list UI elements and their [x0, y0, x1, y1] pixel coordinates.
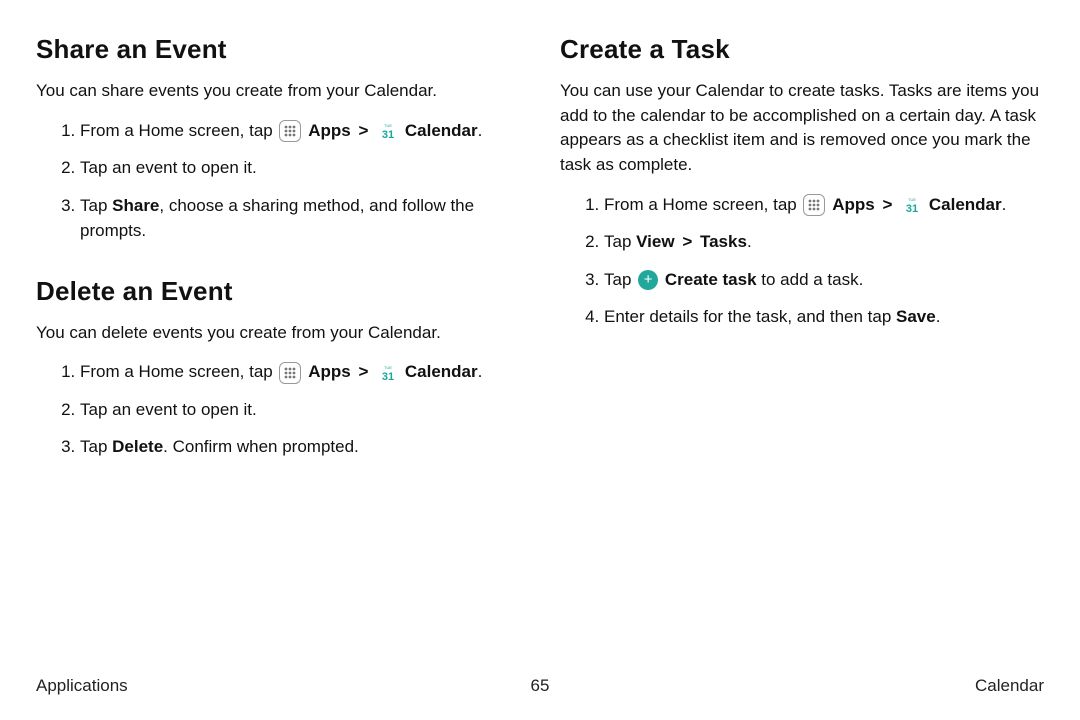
delete-event-intro: You can delete events you create from yo…: [36, 321, 520, 346]
svg-text:31: 31: [382, 371, 394, 383]
create-task-label: Create task: [665, 270, 757, 289]
share-step-2: Tap an event to open it.: [80, 155, 520, 181]
chevron-icon: >: [682, 232, 692, 251]
delete-step-1: From a Home screen, tap Apps > TUE31 Cal…: [80, 359, 520, 385]
apps-icon: [279, 120, 301, 142]
chevron-icon: >: [882, 195, 892, 214]
task-step-1: From a Home screen, tap Apps > TUE31 Cal…: [604, 192, 1044, 218]
left-column: Share an Event You can share events you …: [36, 34, 520, 492]
svg-text:TUE: TUE: [384, 123, 392, 128]
step-text: Tap: [604, 232, 636, 251]
footer-left: Applications: [36, 676, 128, 696]
svg-text:31: 31: [906, 203, 918, 215]
step-text: From a Home screen, tap: [604, 195, 797, 214]
delete-label: Delete: [112, 437, 163, 456]
task-step-4: Enter details for the task, and then tap…: [604, 304, 1044, 330]
step-text: From a Home screen, tap: [80, 121, 273, 140]
delete-step-2: Tap an event to open it.: [80, 397, 520, 423]
apps-label: Apps: [308, 362, 351, 381]
save-label: Save: [896, 307, 936, 326]
period: .: [1002, 195, 1007, 214]
apps-icon: [279, 362, 301, 384]
share-event-section: Share an Event You can share events you …: [36, 34, 520, 244]
create-task-title: Create a Task: [560, 34, 1044, 65]
period: .: [747, 232, 752, 251]
delete-event-section: Delete an Event You can delete events yo…: [36, 276, 520, 460]
step-text: Tap: [80, 437, 112, 456]
calendar-icon: TUE31: [378, 363, 398, 383]
share-step-1: From a Home screen, tap Apps > TUE31 Cal…: [80, 118, 520, 144]
apps-label: Apps: [832, 195, 875, 214]
create-task-intro: You can use your Calendar to create task…: [560, 79, 1044, 178]
calendar-label: Calendar: [405, 121, 478, 140]
task-step-3: Tap + Create task to add a task.: [604, 267, 1044, 293]
calendar-label: Calendar: [405, 362, 478, 381]
period: .: [478, 362, 483, 381]
chevron-icon: >: [358, 121, 368, 140]
step-text: Enter details for the task, and then tap: [604, 307, 896, 326]
calendar-icon: TUE31: [378, 121, 398, 141]
delete-step-3: Tap Delete. Confirm when prompted.: [80, 434, 520, 460]
view-label: View: [636, 232, 674, 251]
right-column: Create a Task You can use your Calendar …: [560, 34, 1044, 492]
footer-right: Calendar: [975, 676, 1044, 696]
svg-text:31: 31: [382, 129, 394, 141]
create-task-section: Create a Task You can use your Calendar …: [560, 34, 1044, 330]
apps-icon: [803, 194, 825, 216]
share-event-title: Share an Event: [36, 34, 520, 65]
footer-page-number: 65: [531, 676, 550, 696]
share-step-3: Tap Share, choose a sharing method, and …: [80, 193, 520, 244]
step-text: to add a task.: [757, 270, 864, 289]
plus-icon: +: [638, 270, 658, 290]
apps-label: Apps: [308, 121, 351, 140]
share-event-intro: You can share events you create from you…: [36, 79, 520, 104]
share-label: Share: [112, 196, 159, 215]
task-step-2: Tap View > Tasks.: [604, 229, 1044, 255]
step-text: . Confirm when prompted.: [163, 437, 359, 456]
tasks-label: Tasks: [700, 232, 747, 251]
create-task-steps: From a Home screen, tap Apps > TUE31 Cal…: [560, 192, 1044, 330]
step-text: .: [936, 307, 941, 326]
page-footer: Applications 65 Calendar: [36, 676, 1044, 696]
calendar-icon: TUE31: [902, 195, 922, 215]
period: .: [478, 121, 483, 140]
step-text: Tap: [80, 196, 112, 215]
content-columns: Share an Event You can share events you …: [36, 34, 1044, 492]
svg-text:TUE: TUE: [908, 197, 916, 202]
share-event-steps: From a Home screen, tap Apps > TUE31 Cal…: [36, 118, 520, 244]
svg-text:TUE: TUE: [384, 365, 392, 370]
delete-event-steps: From a Home screen, tap Apps > TUE31 Cal…: [36, 359, 520, 460]
chevron-icon: >: [358, 362, 368, 381]
delete-event-title: Delete an Event: [36, 276, 520, 307]
step-text: Tap: [604, 270, 636, 289]
step-text: From a Home screen, tap: [80, 362, 273, 381]
calendar-label: Calendar: [929, 195, 1002, 214]
